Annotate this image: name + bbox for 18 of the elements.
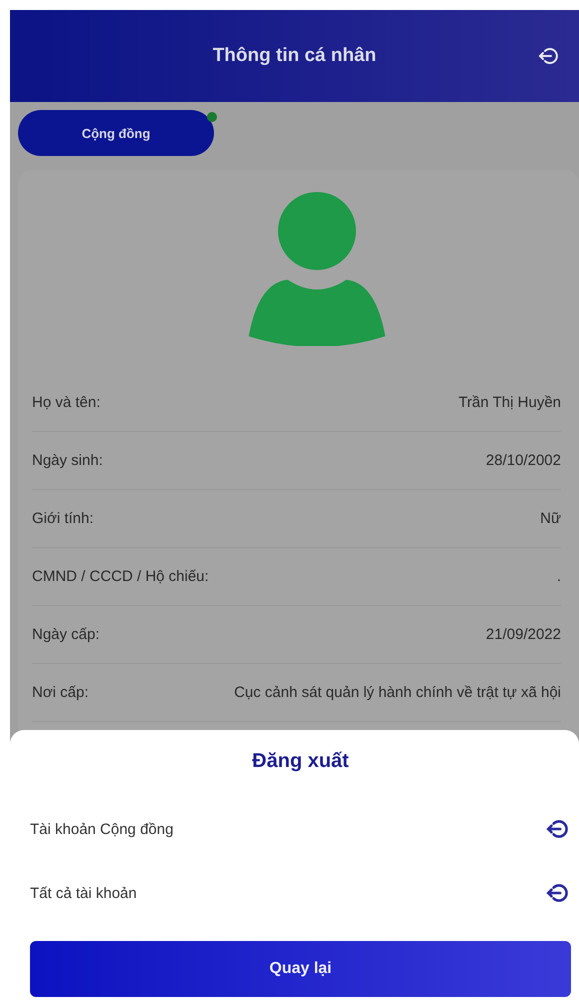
field-value: 28/10/2002: [486, 452, 561, 469]
screen-title: Thông tin cá nhân: [212, 45, 376, 67]
field-value: Trần Thị Huyền: [458, 394, 561, 411]
logout-option[interactable]: Tài khoản Cộng đồng: [30, 820, 174, 838]
field-label: Ngày cấp:: [32, 626, 100, 643]
field-value: 21/09/2022: [486, 626, 561, 643]
community-tab[interactable]: Cộng đồng: [18, 110, 214, 156]
field-label: Nơi cấp:: [32, 684, 89, 701]
field-label: CMND / CCCD / Hộ chiếu:: [32, 568, 209, 585]
field-label: Ngày sinh:: [32, 452, 103, 469]
field-value: .: [556, 568, 561, 585]
field-label: Giới tính:: [32, 510, 94, 527]
logout-option[interactable]: Tất cả tài khoản: [30, 884, 137, 902]
field-label: Họ và tên:: [32, 394, 100, 411]
field-value: Cục cảnh sát quản lý hành chính về trật tự xã hội: [234, 684, 561, 701]
back-button[interactable]: Quay lại: [30, 941, 571, 997]
field-value: Nữ: [540, 510, 561, 527]
sheet-title: Đăng xuất: [251, 750, 350, 773]
